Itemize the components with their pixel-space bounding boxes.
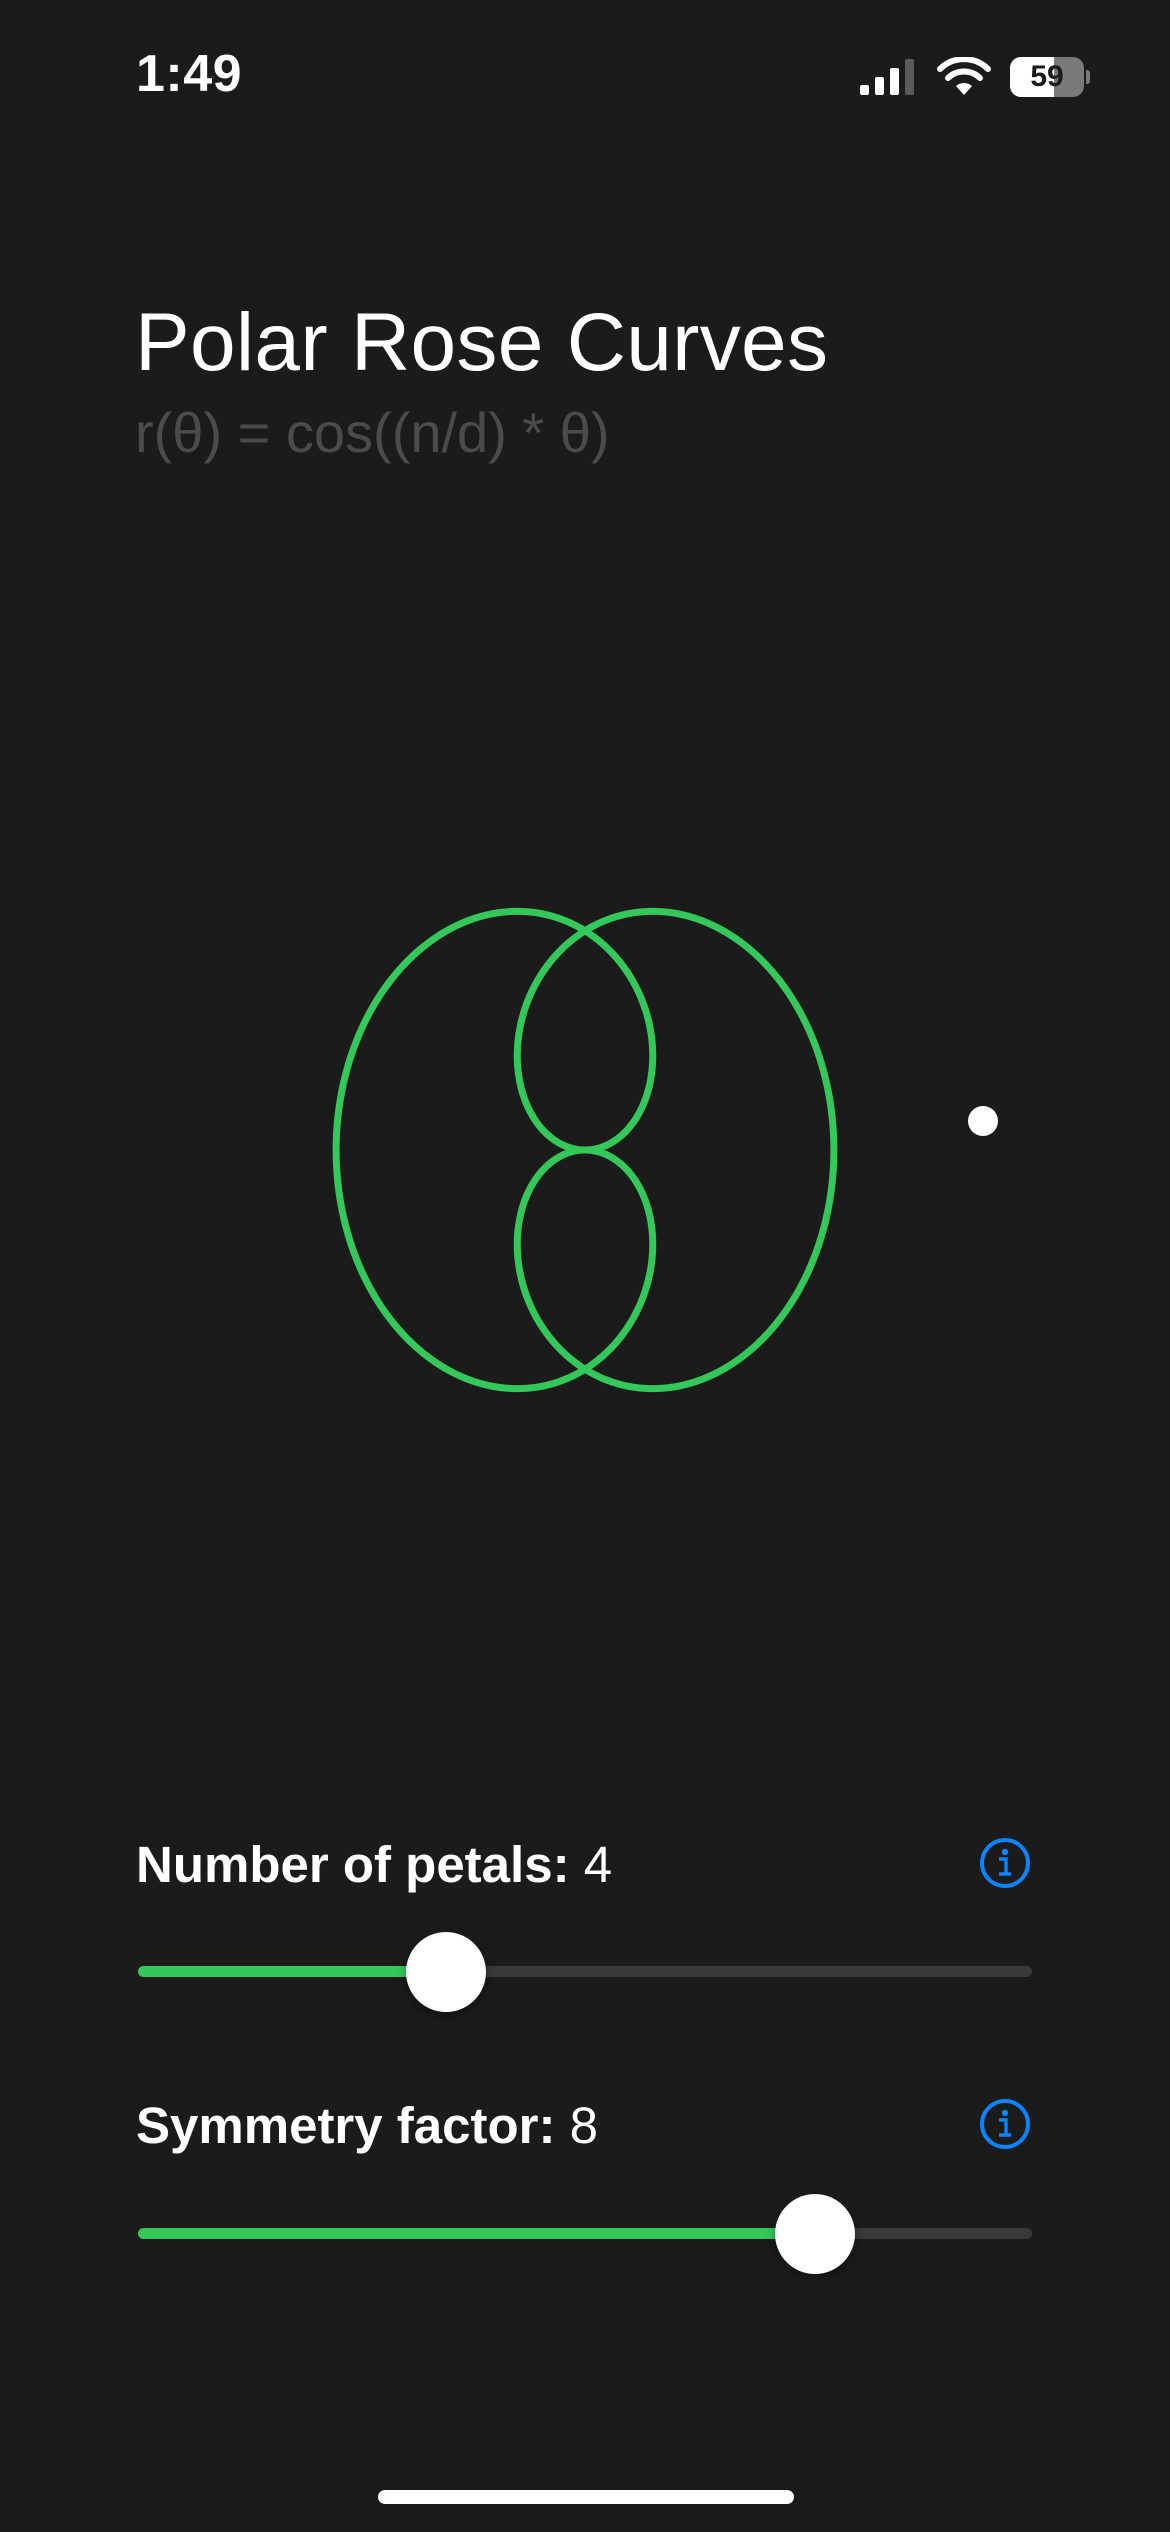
symmetry-slider-thumb[interactable] xyxy=(774,2194,855,2274)
info-icon xyxy=(999,2109,1011,2137)
symmetry-value: 8 xyxy=(569,2097,599,2154)
symmetry-info-button[interactable] xyxy=(980,2099,1030,2149)
status-icons: 59 xyxy=(858,52,1090,102)
symmetry-label: Symmetry factor: xyxy=(136,2097,556,2154)
petals-label: Number of petals: xyxy=(136,1836,570,1893)
symmetry-slider[interactable] xyxy=(138,2228,1032,2239)
home-indicator xyxy=(378,2490,794,2504)
battery-icon: 59 xyxy=(1010,57,1090,97)
formula-subtitle: r(θ) = cos((n/d) * θ) xyxy=(135,401,610,464)
petals-value: 4 xyxy=(583,1836,613,1893)
symmetry-slider-fill xyxy=(138,2228,815,2239)
petals-slider-thumb[interactable] xyxy=(406,1932,487,2012)
signal-icon xyxy=(860,59,914,95)
symmetry-label-row: Symmetry factor: 8 xyxy=(136,2096,598,2155)
rose-curve xyxy=(332,907,838,1393)
petals-label-row: Number of petals: 4 xyxy=(136,1835,612,1894)
petals-slider-fill xyxy=(138,1966,447,1977)
battery-level: 59 xyxy=(1030,60,1064,93)
info-icon xyxy=(999,1848,1011,1876)
petals-info-button[interactable] xyxy=(980,1838,1030,1888)
rose-curve-plot xyxy=(332,907,998,1393)
trace-point xyxy=(968,1106,998,1136)
status-time: 1:49 xyxy=(136,45,243,103)
wifi-icon xyxy=(937,57,991,95)
petals-slider[interactable] xyxy=(138,1966,1032,1977)
page-title: Polar Rose Curves xyxy=(135,297,829,388)
